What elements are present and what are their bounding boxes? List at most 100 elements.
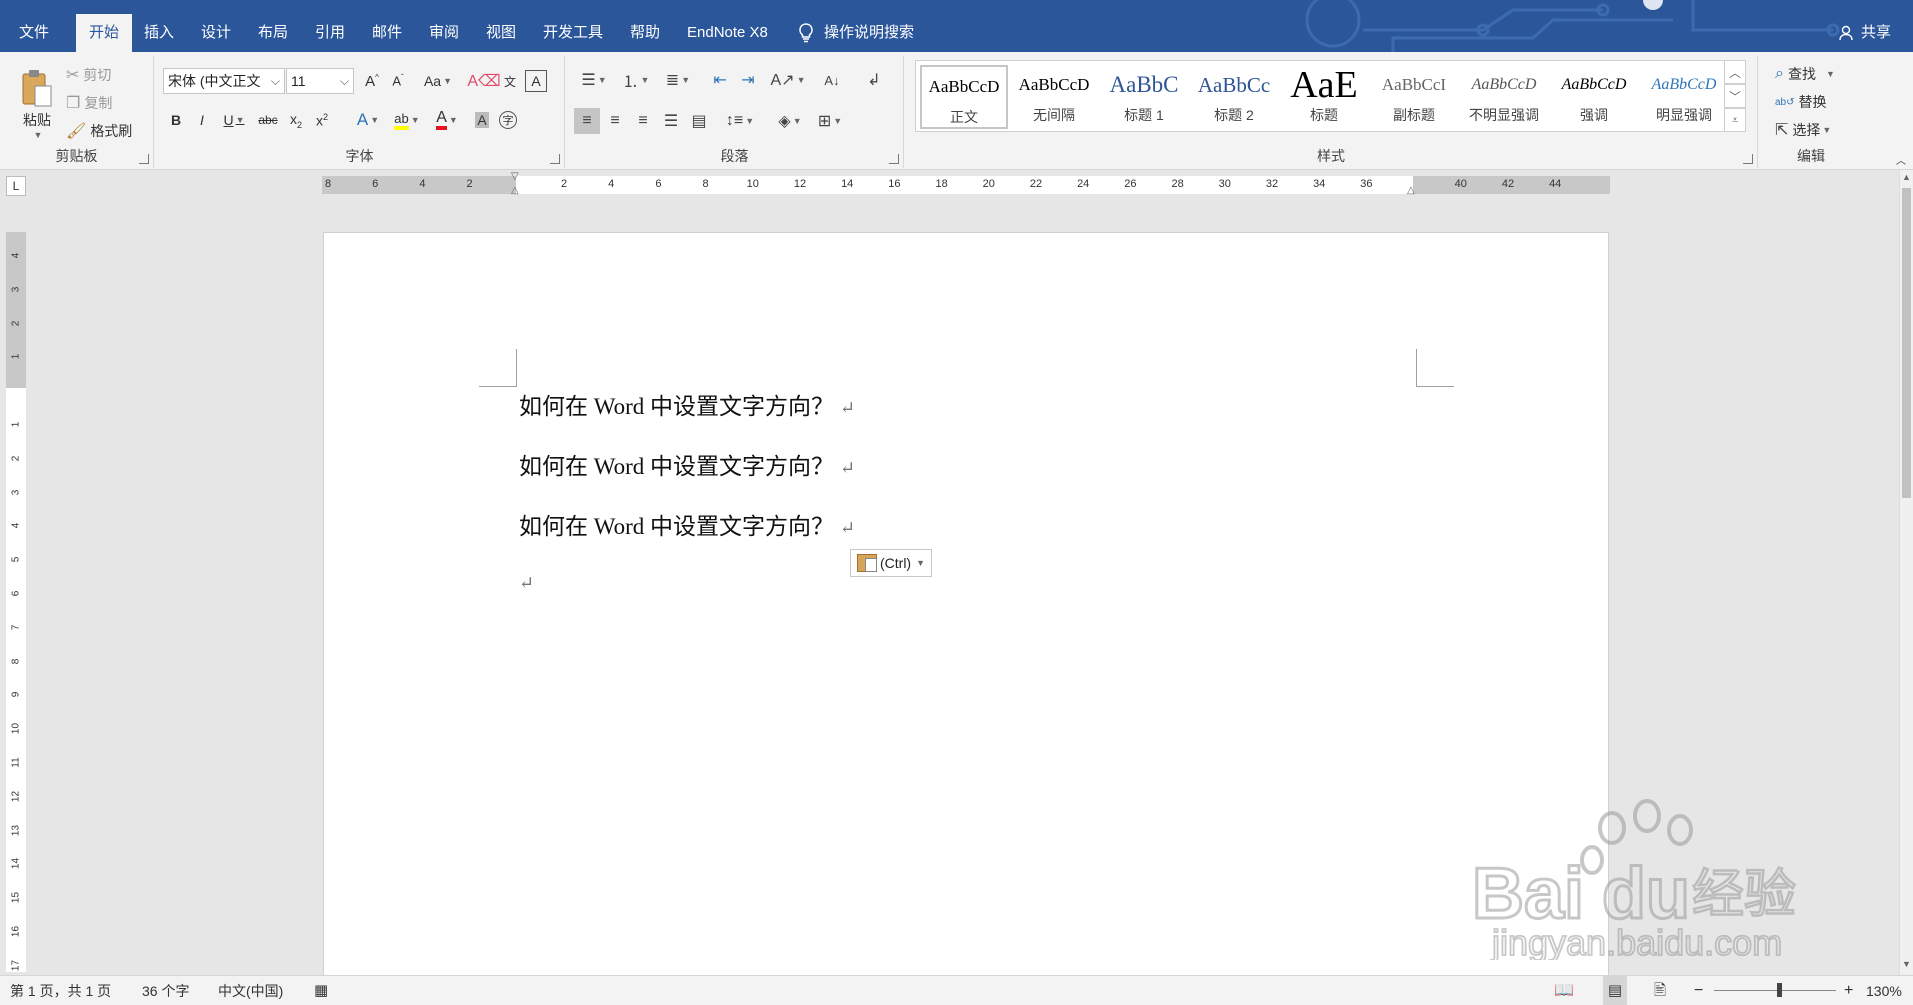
multilevel-list-button[interactable]: ≣ ▼ [660, 68, 696, 92]
borders-button[interactable]: ⊞ ▼ [812, 108, 848, 134]
document-paragraph[interactable]: 如何在 Word 中设置文字方向？ ↵ [519, 507, 855, 541]
tab-item[interactable]: 帮助 [617, 14, 673, 52]
zoom-in-button[interactable]: + [1844, 976, 1853, 1005]
paragraph-dialog-launcher[interactable] [889, 154, 899, 164]
text-effects-button[interactable]: A ▼ [351, 108, 385, 132]
scroll-up-icon[interactable]: ▲ [1900, 172, 1913, 186]
italic-button[interactable]: I [191, 108, 213, 132]
format-painter-button[interactable]: 🖌 格式刷 [66, 120, 132, 142]
page-count[interactable]: 第 1 页，共 1 页 [10, 976, 111, 1005]
sort-button[interactable]: A↓ [820, 68, 844, 92]
zoom-out-button[interactable]: − [1694, 976, 1703, 1005]
bold-button[interactable]: B [165, 108, 187, 132]
phonetic-guide-button[interactable]: 文 [499, 70, 521, 92]
tab-item[interactable]: 布局 [245, 14, 301, 52]
macro-record-icon[interactable]: ▦ [314, 976, 328, 1005]
document-page[interactable]: (Ctrl) ▼ 如何在 Word 中设置文字方向？ ↵ 如何在 Word 中设置文… [323, 232, 1609, 977]
vertical-scrollbar[interactable]: ▲ ▼ [1899, 170, 1913, 975]
underline-button[interactable]: U ▼ [217, 108, 251, 132]
clear-formatting-button[interactable]: A⌫ [467, 70, 500, 92]
decrease-indent-button[interactable]: ⇤ [708, 68, 732, 92]
asian-layout-button[interactable]: ↲ [862, 68, 886, 92]
document-paragraph[interactable]: ↵ [519, 569, 534, 595]
enclose-characters-button[interactable]: 字 [497, 108, 519, 132]
styles-dialog-launcher[interactable] [1743, 154, 1753, 164]
style-1[interactable]: AaBbCcD 无间隔 [1010, 65, 1098, 129]
paste-button[interactable]: 粘贴 ▼ [14, 62, 60, 146]
strikethrough-button[interactable]: abc [255, 108, 281, 132]
tell-me-search[interactable]: 操作说明搜索 [798, 14, 914, 52]
line-spacing-button[interactable]: ↕≡ ▼ [722, 108, 758, 134]
print-layout-icon[interactable]: ▤ [1603, 976, 1627, 1005]
read-mode-icon[interactable]: 📖 [1554, 976, 1574, 1005]
shrink-font-button[interactable]: Aˇ [387, 70, 409, 92]
select-button[interactable]: ⇱ 选择 ▼ [1775, 118, 1831, 142]
horizontal-ruler[interactable]: ▽ △ △ 8 6 4 2 2 4 6 8 10 12 14 16 18 20 22 24 26 28 30 32 34… [322, 171, 1610, 196]
subscript-button[interactable]: x2 [285, 108, 307, 132]
tab-item[interactable]: 引用 [302, 14, 358, 52]
find-button[interactable]: ⌕ 查找 ▼ [1775, 62, 1835, 86]
bullets-button[interactable]: ☰ ▼ [576, 68, 612, 92]
align-left-button[interactable]: ≡ [574, 108, 600, 134]
tab-item[interactable]: 视图 [473, 14, 529, 52]
style-2[interactable]: AaBbC 标题 1 [1100, 65, 1188, 129]
style-4[interactable]: AaE 标题 [1280, 65, 1368, 129]
zoom-slider-track[interactable] [1714, 990, 1836, 991]
copy-button[interactable]: ❐ 复制 [66, 92, 112, 114]
tab-item[interactable]: 审阅 [416, 14, 472, 52]
text-direction-button[interactable]: A↗ ▼ [770, 68, 806, 92]
grow-font-button[interactable]: A^ [361, 70, 383, 92]
zoom-slider-thumb[interactable] [1777, 983, 1782, 997]
font-size-combo[interactable]: 11 ⌵ [286, 68, 354, 94]
scroll-thumb[interactable] [1902, 188, 1911, 498]
tab-item[interactable]: 邮件 [359, 14, 415, 52]
replace-button[interactable]: ab↺ 替换 [1775, 90, 1827, 114]
gallery-scroll-up[interactable]: ︿ [1724, 60, 1746, 84]
justify-button[interactable]: ☰ [658, 108, 684, 134]
tab-item[interactable]: EndNote X8 [674, 14, 781, 52]
font-color-button[interactable]: A ▼ [429, 108, 465, 132]
vertical-ruler[interactable]: 4 3 2 1 1 2 3 4 5 6 7 8 9 10 11 12 13 14 15 16 17 [6, 232, 26, 972]
share-button[interactable]: 共享 [1839, 14, 1891, 52]
language-indicator[interactable]: 中文(中国) [218, 976, 283, 1005]
scroll-down-icon[interactable]: ▼ [1900, 959, 1913, 973]
tab-item[interactable]: 开始 [76, 14, 133, 52]
align-right-button[interactable]: ≡ [630, 108, 656, 134]
style-3[interactable]: AaBbCc 标题 2 [1190, 65, 1278, 129]
hanging-indent-marker[interactable]: △ [511, 185, 519, 196]
tab-file[interactable]: 文件 [6, 14, 62, 52]
style-6[interactable]: AaBbCcD 不明显强调 [1460, 65, 1548, 129]
distributed-button[interactable]: ▤ [686, 108, 712, 134]
paste-dropdown-caret[interactable]: ▼ [34, 130, 43, 140]
zoom-level[interactable]: 130% [1866, 976, 1902, 1005]
gallery-scroll-down[interactable]: ﹀ [1724, 84, 1746, 108]
increase-indent-button[interactable]: ⇥ [736, 68, 760, 92]
font-name-combo[interactable]: 宋体 (中文正文 ⌵ [163, 68, 285, 94]
gallery-more[interactable]: ⩡ [1724, 108, 1746, 132]
style-5[interactable]: AaBbCcI 副标题 [1370, 65, 1458, 129]
style-0[interactable]: AaBbCcD 正文 [920, 65, 1008, 129]
tab-selector[interactable]: L [6, 176, 26, 196]
word-count[interactable]: 36 个字 [142, 976, 189, 1005]
style-8[interactable]: AaBbCcD 明显强调 [1640, 65, 1728, 129]
collapse-ribbon-button[interactable]: ︿ [1892, 152, 1910, 167]
tab-item[interactable]: 插入 [131, 14, 187, 52]
style-7[interactable]: AaBbCcD 强调 [1550, 65, 1638, 129]
tab-item[interactable]: 开发工具 [530, 14, 616, 52]
document-paragraph[interactable]: 如何在 Word 中设置文字方向？ ↵ [519, 387, 855, 421]
change-case-button[interactable]: Aa ▼ [421, 70, 455, 92]
numbering-button[interactable]: ⒈ ▼ [618, 68, 654, 92]
character-border-button[interactable]: A [525, 70, 547, 92]
shading-button[interactable]: ◈ ▼ [772, 108, 808, 134]
cut-button[interactable]: ✂ 剪切 [66, 64, 111, 86]
web-layout-icon[interactable]: 🖹 [1654, 976, 1666, 1005]
clipboard-dialog-launcher[interactable] [139, 154, 149, 164]
align-center-button[interactable]: ≡ [602, 108, 628, 134]
paste-options-button[interactable]: (Ctrl) ▼ [850, 549, 933, 577]
first-line-indent-marker[interactable]: ▽ [511, 171, 519, 182]
highlight-color-button[interactable]: ab ▼ [389, 108, 425, 132]
superscript-button[interactable]: x2 [311, 108, 333, 132]
document-paragraph[interactable]: 如何在 Word 中设置文字方向？ ↵ [519, 447, 855, 481]
character-shading-button[interactable]: A [471, 108, 493, 132]
font-dialog-launcher[interactable] [550, 154, 560, 164]
